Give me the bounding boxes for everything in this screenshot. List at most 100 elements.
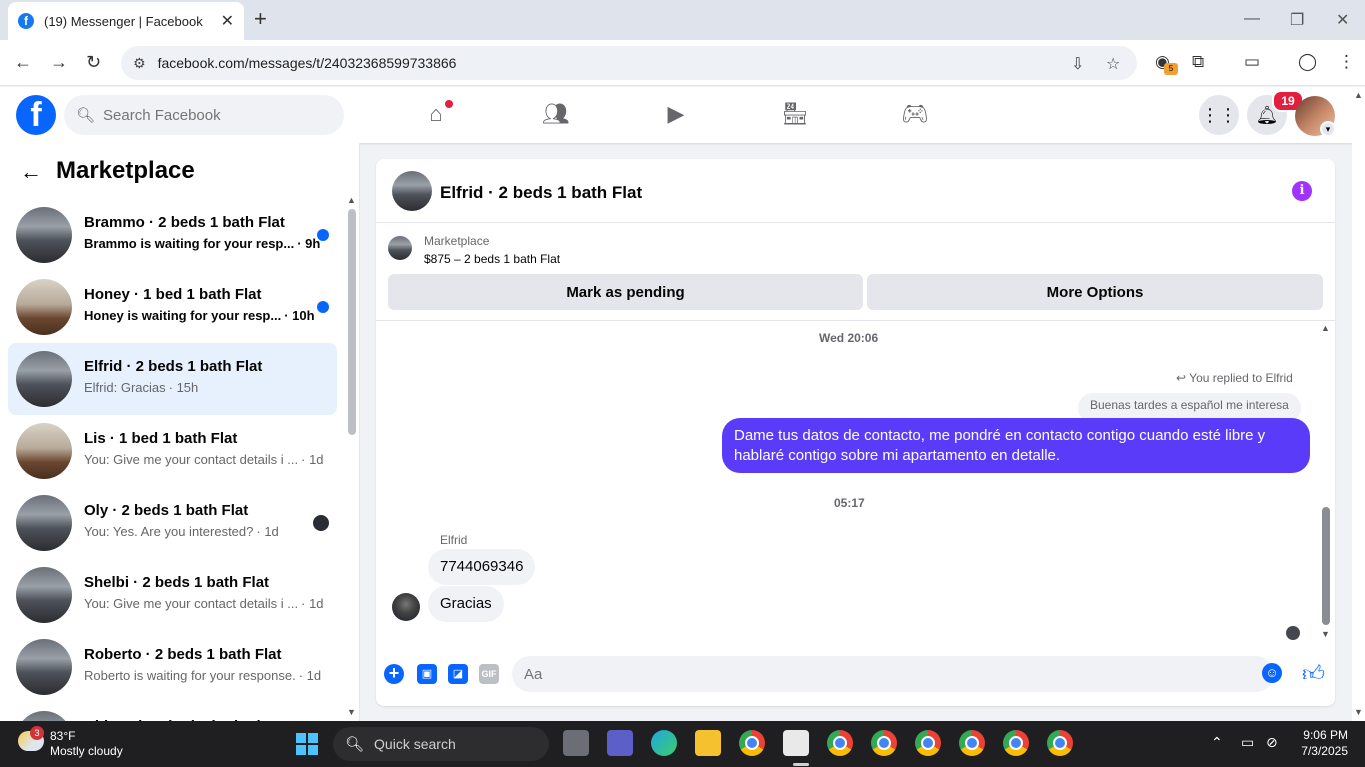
video-icon[interactable]: ▶ [661, 101, 691, 131]
scroll-up-icon[interactable]: ▲ [347, 195, 356, 205]
preview-text: Elfrid: Gracias [84, 380, 166, 395]
conversation-item[interactable]: Elfrid · 2 beds 1 bath Flat Elfrid: Graci… [8, 343, 337, 415]
preview-text: You: Give me your contact details i ... [84, 452, 299, 467]
conversation-item[interactable]: Oly · 2 beds 1 bath Flat You: Yes. Are yo… [8, 487, 337, 559]
menu-kebab-icon[interactable]: ⋮ [1338, 52, 1355, 72]
listing-thumbnail[interactable] [388, 236, 412, 260]
profile-icon[interactable]: ◯ [1298, 52, 1317, 72]
received-message-bubble[interactable]: 7744069346 [428, 549, 536, 585]
chat-title[interactable]: Elfrid · 2 beds 1 bath Flat [440, 183, 642, 203]
chrome-profile-icon[interactable] [827, 730, 853, 756]
preview-time: · 1d [256, 524, 279, 539]
chevron-up-icon[interactable]: ⌃ [1211, 734, 1223, 751]
timestamp: 05:17 [834, 496, 865, 510]
network-icon[interactable]: ⊘ [1266, 734, 1278, 751]
gaming-icon[interactable]: 🎮︎ [900, 101, 930, 131]
edge-icon[interactable] [651, 730, 677, 756]
message-input[interactable] [512, 656, 1274, 692]
gif-icon[interactable]: GIF [479, 664, 499, 684]
conversation-item[interactable]: Lis · 1 bed 1 bath Flat You: Give me your… [8, 415, 337, 487]
more-options-button[interactable]: More Options [867, 274, 1323, 310]
file-explorer-icon[interactable] [695, 730, 721, 756]
chat-scrollbar[interactable] [1322, 507, 1330, 625]
sidebar-scrollbar[interactable] [348, 209, 356, 435]
back-icon[interactable]: ← [14, 52, 32, 73]
page-scrollbar[interactable] [1352, 87, 1365, 721]
chrome-profile-icon[interactable] [959, 730, 985, 756]
chrome-icon[interactable] [739, 730, 765, 756]
chevron-down-icon[interactable]: ▾ [1320, 121, 1336, 137]
listing-thumbnail [16, 279, 72, 335]
sticker-icon[interactable]: ◪ [448, 664, 468, 684]
new-tab-icon[interactable]: + [254, 8, 267, 30]
listing-thumbnail [16, 207, 72, 263]
bookmark-star-icon[interactable]: ☆ [1106, 54, 1120, 74]
task-view-icon[interactable] [563, 730, 589, 756]
conversation-item[interactable]: Roberto · 2 beds 1 bath Flat Roberto is w… [8, 631, 337, 703]
photo-icon[interactable]: ▣ [417, 664, 437, 684]
extensions-puzzle-icon[interactable]: ⧉ [1192, 52, 1204, 72]
thumbs-up-icon[interactable]: 👍︎ [1302, 660, 1325, 687]
browser-tab[interactable]: f (19) Messenger | Facebook ✕ [8, 2, 244, 40]
replied-to-text: You replied to Elfrid [1189, 371, 1293, 385]
page-scroll-down-icon[interactable]: ▼ [1354, 707, 1363, 717]
sender-avatar[interactable] [392, 593, 420, 621]
forward-icon[interactable]: → [50, 52, 68, 73]
search-input[interactable] [103, 106, 324, 124]
preview-text: You: Give me your contact details i ... [84, 596, 299, 611]
facebook-header: f 🔍︎ ⌂ 👥︎ ▶ 🏪︎ 🎮︎ ⋮⋮ 🔔︎ [0, 87, 1352, 143]
reply-icon: ↩ [1176, 371, 1190, 385]
marketplace-icon[interactable]: 🏪︎ [780, 101, 810, 131]
facebook-logo-icon[interactable]: f [16, 95, 56, 135]
conversation-item[interactable]: Abimael · 1 bed 1 bath Flat [8, 703, 337, 721]
timestamp: Wed 20:06 [819, 331, 879, 345]
conversation-item[interactable]: Brammo · 2 beds 1 bath Flat Brammo is wai… [8, 199, 337, 271]
add-plus-icon[interactable]: + [384, 664, 404, 684]
windows-start-icon[interactable] [296, 733, 318, 755]
teams-icon[interactable] [607, 730, 633, 756]
close-window-icon[interactable]: ✕ [1336, 10, 1349, 30]
site-info-icon[interactable]: ⚙ [133, 55, 146, 72]
sidebar-title: Marketplace [56, 157, 195, 184]
scroll-down-icon[interactable]: ▼ [347, 707, 356, 717]
menu-grid-icon[interactable]: ⋮⋮ [1199, 95, 1239, 135]
conversation-item[interactable]: Shelbi · 2 beds 1 bath Flat You: Give me … [8, 559, 337, 631]
chrome-profile-icon[interactable] [871, 730, 897, 756]
tab-search-icon[interactable]: ▭ [1244, 52, 1260, 72]
conversation-item[interactable]: Honey · 1 bed 1 bath Flat Honey is waitin… [8, 271, 337, 343]
address-bar: ← → ↻ ⚙ facebook.com/messages/t/24032368… [0, 40, 1365, 86]
windows-taskbar: 3 83°F Mostly cloudy 🔍︎ Quick search ⌃ ▭… [0, 721, 1365, 767]
close-tab-icon[interactable]: ✕ [221, 11, 234, 31]
minimize-icon[interactable]: — [1244, 10, 1260, 28]
chrome-profile-icon[interactable] [1003, 730, 1029, 756]
info-icon[interactable]: i [1292, 181, 1312, 201]
scroll-down-icon[interactable]: ▼ [1321, 629, 1330, 639]
chat-avatar[interactable] [392, 171, 432, 211]
weather-description[interactable]: Mostly cloudy [50, 744, 123, 758]
back-arrow-icon[interactable]: ← [20, 159, 42, 185]
listing-price[interactable]: $875 – 2 beds 1 bath Flat [424, 252, 560, 266]
taskbar-search[interactable]: 🔍︎ Quick search [333, 727, 549, 761]
conversation-preview: Roberto is waiting for your response. · 1… [84, 668, 321, 683]
chrome-profile-icon[interactable] [1047, 730, 1073, 756]
url-field[interactable]: ⚙ facebook.com/messages/t/24032368599733… [121, 46, 1137, 80]
clock-time[interactable]: 9:06 PM [1300, 728, 1348, 742]
sent-message-bubble[interactable]: Dame tus datos de contacto, me pondré en… [722, 418, 1310, 473]
scroll-up-icon[interactable]: ▲ [1321, 323, 1330, 333]
preview-time: · 1d [301, 452, 324, 467]
display-icon[interactable]: ▭ [1241, 734, 1254, 751]
restore-icon[interactable]: ❐ [1290, 10, 1304, 30]
received-message-bubble[interactable]: Gracias [428, 586, 504, 622]
page-scroll-up-icon[interactable]: ▲ [1354, 90, 1363, 100]
install-app-icon[interactable]: ⇩ [1071, 54, 1084, 74]
reload-icon[interactable]: ↻ [86, 52, 101, 73]
clock-date[interactable]: 7/3/2025 [1290, 744, 1348, 758]
mark-as-pending-button[interactable]: Mark as pending [388, 274, 863, 310]
emoji-icon[interactable]: ☺ [1262, 663, 1282, 683]
listing-label: Marketplace [424, 234, 490, 248]
weather-temperature[interactable]: 83°F [50, 729, 75, 743]
search-box[interactable]: 🔍︎ [64, 95, 344, 135]
chrome-profile-icon[interactable] [915, 730, 941, 756]
snipping-tool-icon[interactable] [783, 730, 809, 756]
friends-icon[interactable]: 👥︎ [541, 101, 571, 131]
